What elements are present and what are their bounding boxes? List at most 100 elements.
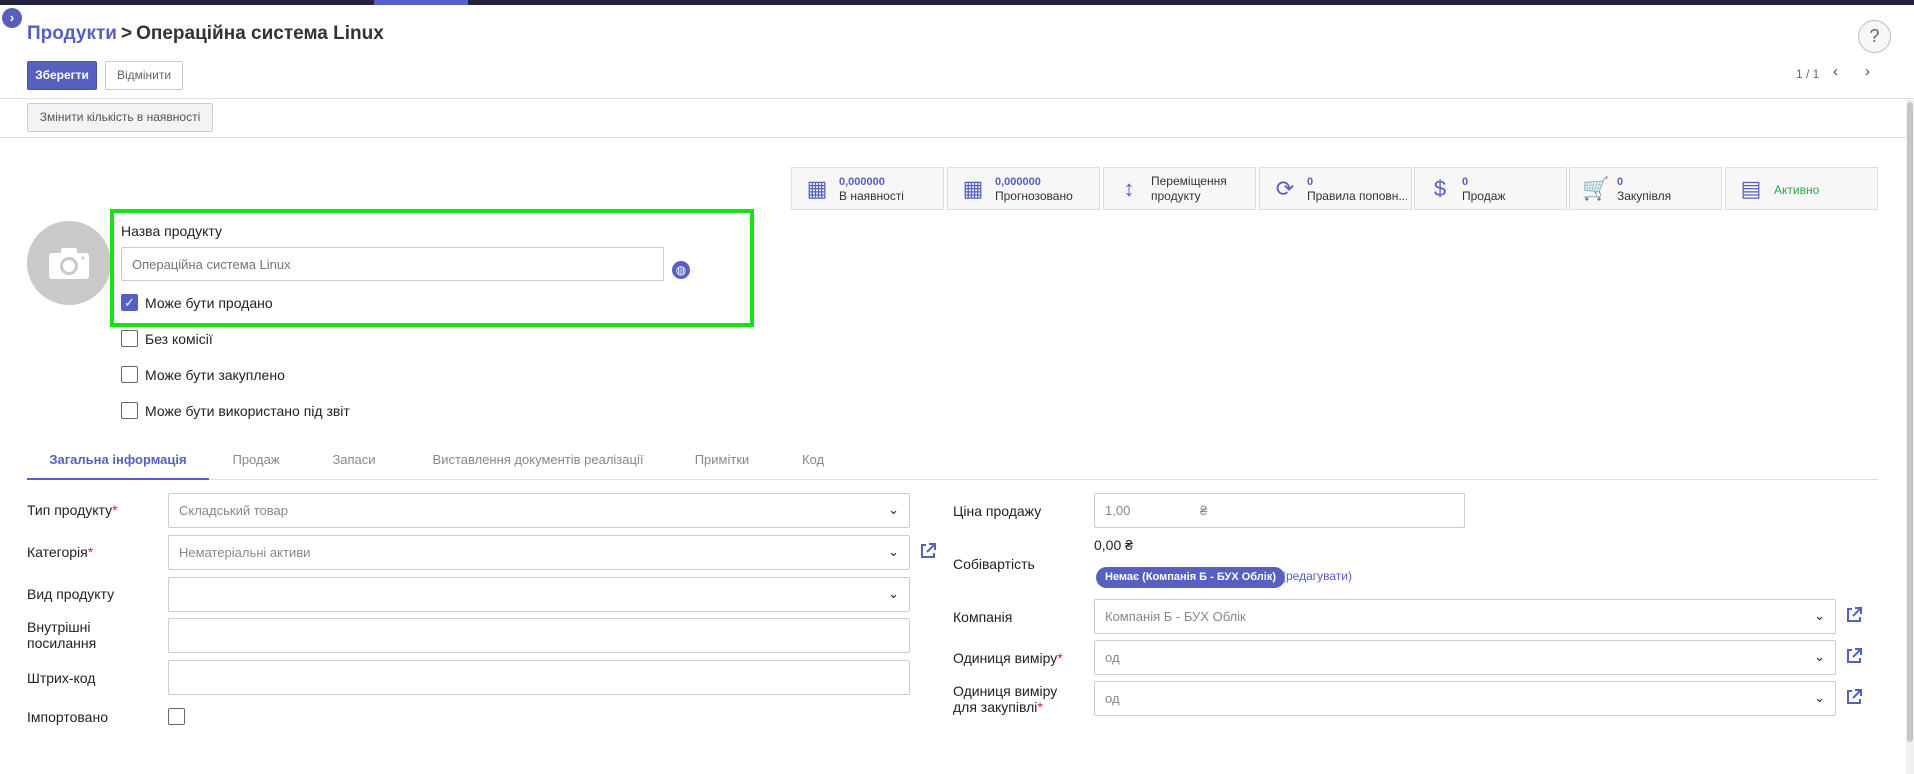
company-value: Компанія Б - БУХ Облік (1105, 609, 1246, 624)
smart-button-label: В наявності (839, 189, 904, 203)
smart-button-label: Переміщення продукту (1151, 174, 1227, 204)
sale-ok-label: Може бути продано (145, 295, 273, 311)
purchase-uom-label: Одиниця виміру для закупівлі* (953, 683, 1057, 715)
notebook-tabs: Загальна інформація Продаж Запаси Вистав… (27, 443, 1878, 480)
required-marker: * (112, 502, 118, 518)
product-name-label: Назва продукту (121, 223, 222, 239)
sale-price-label: Ціна продажу (953, 503, 1042, 519)
imported-checkbox[interactable] (168, 708, 185, 725)
smart-button-label-line: продукту (1151, 189, 1201, 203)
internal-ref-label-line: Внутрішні (27, 619, 91, 635)
required-marker: * (87, 544, 94, 560)
required-marker: * (1037, 699, 1043, 715)
barcode-label: Штрих-код (27, 670, 96, 686)
arrows-vertical-icon: ↕ (1123, 176, 1135, 201)
currency-symbol: ₴ (1200, 503, 1208, 518)
cost-value: 0,00 ₴ (1094, 537, 1133, 553)
page-title: Операційна система Linux (136, 23, 384, 44)
breadcrumb-parent-link[interactable]: Продукти (27, 23, 117, 44)
sale-price-value: 1,00 (1105, 503, 1131, 518)
active-menu-indicator (374, 0, 468, 5)
external-link-icon[interactable] (1845, 647, 1863, 665)
refresh-icon: ⟳ (1275, 176, 1295, 201)
smart-button-forecast[interactable]: ▦ 0,000000 Прогнозовано (947, 167, 1100, 210)
imported-label: Імпортовано (27, 709, 108, 725)
smart-button-active[interactable]: ▤ Активно (1725, 167, 1878, 210)
chevron-right-icon[interactable]: › (2, 8, 22, 28)
smart-button-on-hand[interactable]: ▦ 0,000000 В наявності (791, 167, 944, 210)
smart-button-label-line: Переміщення (1151, 174, 1227, 188)
building-icon: ▦ (962, 176, 984, 201)
company-select[interactable]: Компанія Б - БУХ Облік ⌄ (1094, 599, 1836, 634)
uom-label-text: Одиниця виміру (953, 650, 1058, 666)
smart-button-value: 0 (1462, 176, 1469, 188)
expense-ok-label: Може бути використано під звіт (145, 403, 350, 419)
product-image[interactable] (27, 221, 111, 305)
smart-button-label: Правила поповн... (1307, 189, 1407, 203)
dollar-icon: $ (1433, 176, 1447, 201)
scrollbar[interactable] (1906, 100, 1914, 774)
tax-badge[interactable]: Немає (Компанія Б - БУХ Облік) (1096, 567, 1286, 588)
update-quantity-button[interactable]: Змінити кількість в наявності (27, 103, 213, 132)
tab-general-info[interactable]: Загальна інформація (27, 443, 209, 480)
translate-globe-icon[interactable]: ◍ (672, 261, 690, 279)
barcode-input[interactable] (168, 660, 910, 695)
help-button[interactable]: ? (1858, 20, 1891, 53)
chevron-down-icon: ⌄ (888, 544, 899, 559)
purchase-uom-label-line: для закупівлі (953, 699, 1038, 715)
purchase-ok-checkbox[interactable] (121, 366, 138, 383)
category-label-text: Категорія (27, 544, 88, 560)
uom-label: Одиниця виміру* (953, 650, 1063, 666)
category-select[interactable]: Нематеріальні активи ⌄ (168, 535, 910, 570)
chevron-down-icon: ⌄ (888, 502, 899, 517)
archive-icon: ▤ (1740, 176, 1762, 201)
smart-button-reorder-rules[interactable]: ⟳ 0 Правила поповн... (1259, 167, 1412, 210)
breadcrumb: Продукти > Операційна система Linux (27, 23, 384, 45)
expense-ok-checkbox[interactable] (121, 402, 138, 419)
external-link-icon[interactable] (919, 542, 937, 560)
purchase-ok-label: Може бути закуплено (145, 367, 285, 383)
smart-button-label: Прогнозовано (995, 189, 1073, 203)
smart-button-purchases[interactable]: 🛒 0 Закупівля (1569, 167, 1722, 210)
uom-select[interactable]: од ⌄ (1094, 640, 1836, 675)
tab-code[interactable]: Код (793, 443, 833, 480)
chevron-down-icon: ⌄ (888, 586, 899, 601)
scrollbar-thumb[interactable] (1907, 102, 1913, 742)
tab-invoicing[interactable]: Виставлення документів реалізації (425, 443, 651, 480)
divider (0, 137, 1914, 138)
external-link-icon[interactable] (1845, 688, 1863, 706)
product-kind-select[interactable]: ⌄ (168, 577, 910, 612)
smart-button-sales[interactable]: $ 0 Продаж (1414, 167, 1567, 210)
chevron-down-icon: ⌄ (1814, 649, 1825, 664)
product-kind-label: Вид продукту (27, 586, 115, 602)
purchase-uom-label-line: Одиниця виміру (953, 683, 1058, 699)
chevron-left-icon[interactable]: ‹ (1833, 63, 1838, 80)
sale-ok-checkbox[interactable]: ✓ (121, 294, 138, 311)
camera-icon (49, 248, 89, 279)
chevron-right-icon[interactable]: › (1865, 63, 1870, 80)
smart-button-label: Закупівля (1617, 189, 1672, 203)
company-label: Компанія (953, 609, 1013, 625)
smart-button-label: Активно (1774, 183, 1820, 197)
edit-tax-link[interactable]: (редагувати) (1282, 569, 1352, 583)
smart-button-moves[interactable]: ↕ Переміщення продукту (1103, 167, 1256, 210)
save-button[interactable]: Зберегти (27, 61, 97, 90)
product-name-input[interactable] (121, 247, 664, 281)
smart-button-value: 0 (1617, 176, 1624, 188)
tab-inventory[interactable]: Запаси (327, 443, 381, 480)
discard-button[interactable]: Відмінити (105, 61, 183, 90)
tab-notes[interactable]: Примітки (687, 443, 757, 480)
required-marker: * (1057, 650, 1063, 666)
pager-value: 1 / 1 (1796, 67, 1820, 81)
smart-button-label: Продаж (1462, 189, 1506, 203)
divider (0, 98, 1914, 99)
no-commission-checkbox[interactable] (121, 330, 138, 347)
chevron-down-icon: ⌄ (1814, 690, 1825, 705)
category-label: Категорія* (27, 544, 93, 560)
tab-sales[interactable]: Продаж (223, 443, 289, 480)
purchase-uom-select[interactable]: од ⌄ (1094, 681, 1836, 716)
sale-price-input[interactable]: 1,00 ₴ (1094, 493, 1465, 528)
external-link-icon[interactable] (1845, 606, 1863, 624)
internal-ref-input[interactable] (168, 618, 910, 653)
product-type-select[interactable]: Складський товар ⌄ (168, 493, 910, 528)
